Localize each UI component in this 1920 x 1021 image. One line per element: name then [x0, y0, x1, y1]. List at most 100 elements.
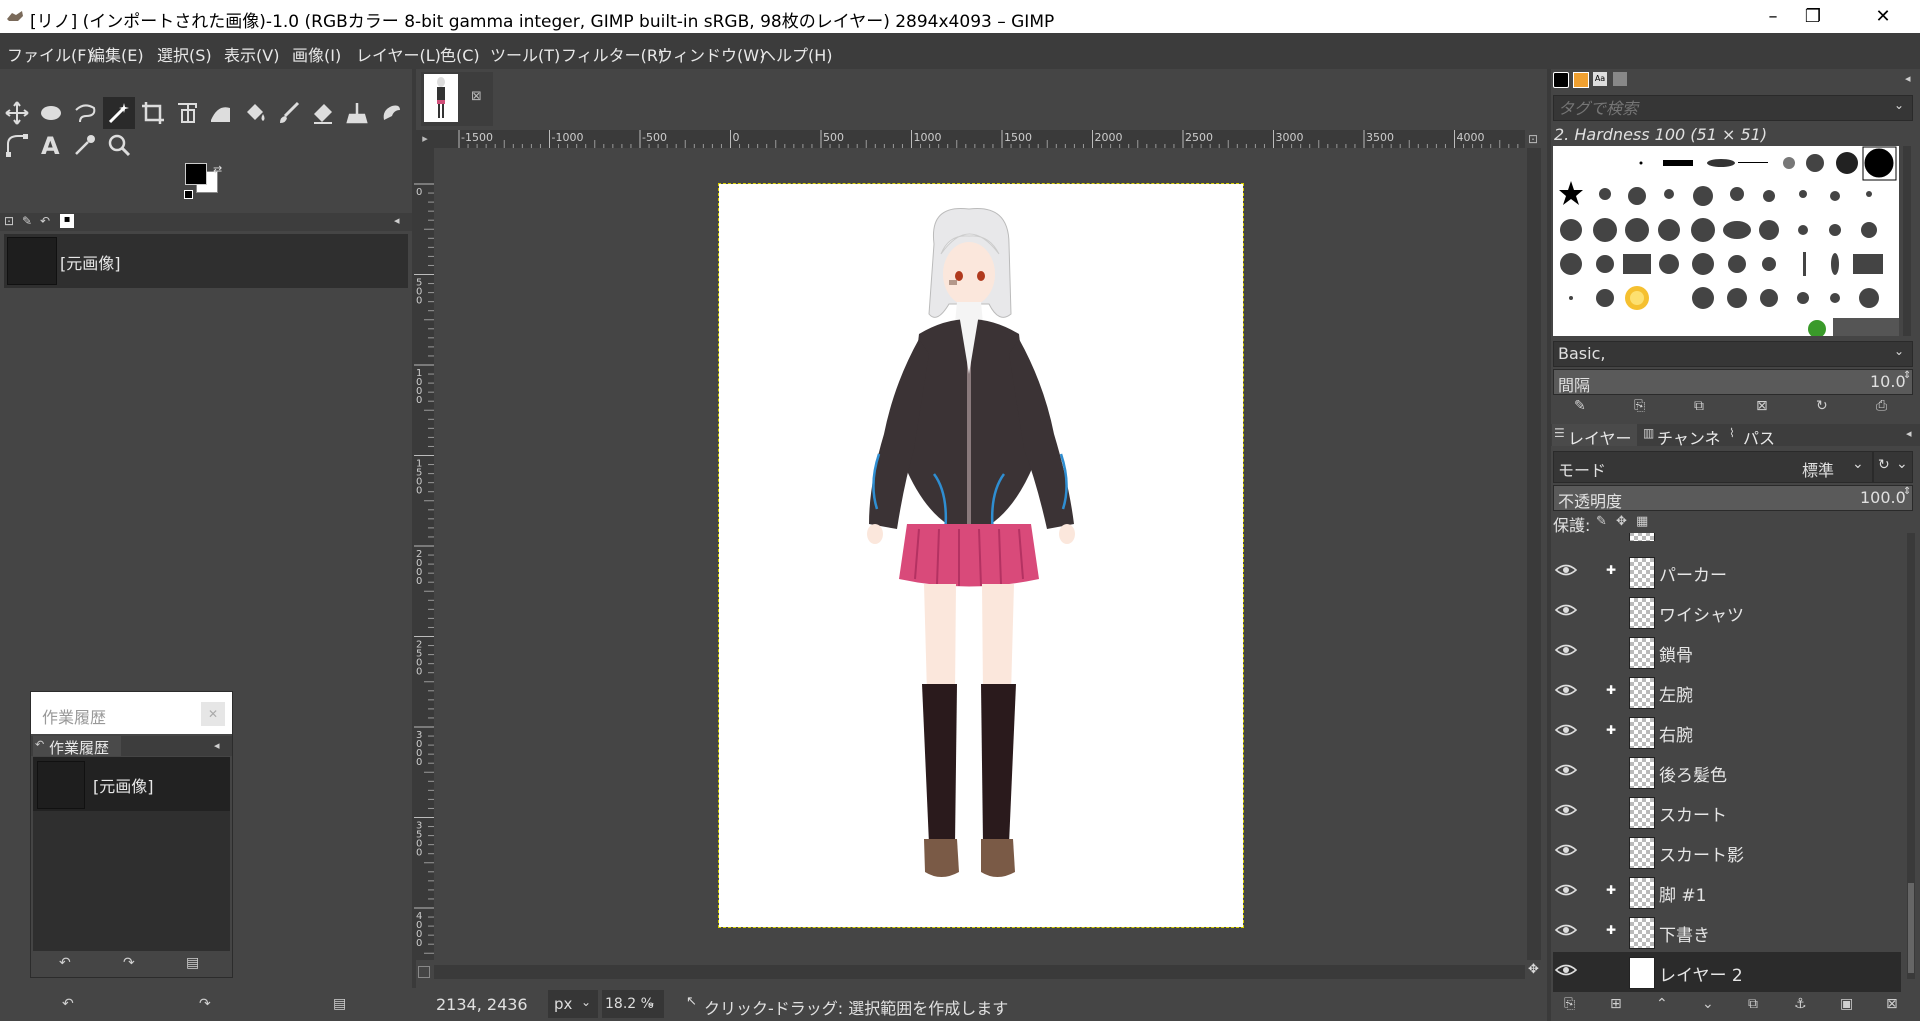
- eraser-tool-icon[interactable]: [310, 100, 336, 126]
- menu-filters[interactable]: フィルター(R): [561, 42, 664, 66]
- close-button[interactable]: ✕: [1860, 0, 1906, 33]
- delete-layer-icon[interactable]: ⊠: [1886, 996, 1898, 1012]
- maximize-button[interactable]: ❐: [1790, 0, 1836, 33]
- duplicate-brush-icon[interactable]: ⧉: [1694, 398, 1704, 414]
- layer-link-icon[interactable]: ✚: [1606, 923, 1616, 937]
- menu-image[interactable]: 画像(I): [292, 42, 341, 66]
- history-tab[interactable]: ↶ 作業履歴: [33, 736, 121, 757]
- tab-paths[interactable]: ⌇ パス: [1727, 424, 1797, 448]
- visibility-eye-icon[interactable]: [1554, 883, 1578, 897]
- spin-arrows-icon[interactable]: ⇕: [1903, 486, 1911, 497]
- spin-arrows-icon[interactable]: ⇕: [1903, 370, 1911, 381]
- image-canvas[interactable]: [718, 183, 1244, 928]
- layer-mask-icon[interactable]: ▣: [1840, 996, 1853, 1012]
- menu-edit[interactable]: 編集(E): [89, 42, 144, 66]
- layer-row[interactable]: ✚ 下書き: [1553, 912, 1901, 952]
- left-dock-redo-icon[interactable]: ↷: [199, 996, 211, 1012]
- image-tab[interactable]: ⊠: [421, 72, 493, 126]
- menu-select[interactable]: 選択(S): [157, 42, 212, 66]
- brush-tag-search-input[interactable]: [1554, 96, 1880, 120]
- lock-position-icon[interactable]: ✥: [1616, 514, 1627, 529]
- layer-composite-selector[interactable]: ↻ ⌄: [1873, 451, 1913, 483]
- brush-grid-scrollbar[interactable]: [1903, 146, 1911, 336]
- layer-row[interactable]: ✚ 脚 #1: [1553, 872, 1901, 912]
- brush-grid[interactable]: [1553, 146, 1899, 338]
- left-dock-clear-icon[interactable]: ▤: [333, 996, 346, 1012]
- layer-link-toggle[interactable]: [1606, 963, 1618, 975]
- close-image-tab-icon[interactable]: ⊠: [471, 89, 482, 104]
- right-dock-separator[interactable]: [1547, 69, 1551, 1021]
- layer-row[interactable]: 後ろ髪色: [1553, 752, 1901, 792]
- paintbrush-tool-icon[interactable]: [276, 100, 302, 126]
- layer-row[interactable]: スカート影: [1553, 832, 1901, 872]
- duplicate-layer-icon[interactable]: ⧉: [1748, 996, 1758, 1012]
- menu-file[interactable]: ファイル(F): [7, 42, 93, 66]
- layer-link-toggle[interactable]: [1606, 603, 1618, 615]
- foreground-color-swatch[interactable]: [185, 163, 207, 185]
- layer-link-icon[interactable]: ✚: [1606, 883, 1616, 897]
- floating-history-item[interactable]: [元画像]: [33, 757, 230, 811]
- clone-tool-icon[interactable]: [344, 100, 370, 126]
- redo-icon[interactable]: ↷: [123, 955, 135, 971]
- lower-layer-icon[interactable]: ⌄: [1702, 996, 1714, 1012]
- layer-link-toggle[interactable]: [1606, 643, 1618, 655]
- layers-dock-menu-icon[interactable]: ◂: [1906, 427, 1912, 440]
- tab-layers[interactable]: ☰ レイヤー: [1552, 424, 1637, 448]
- dock-menu-icon[interactable]: ◂: [394, 214, 400, 227]
- visibility-eye-icon[interactable]: [1554, 603, 1578, 617]
- layer-link-toggle[interactable]: [1606, 763, 1618, 775]
- unit-selector[interactable]: px ⌄: [548, 990, 598, 1018]
- open-brush-as-image-icon[interactable]: ⎙: [1876, 398, 1887, 414]
- new-layer-icon[interactable]: ⎘: [1564, 996, 1575, 1012]
- smudge-tool-icon[interactable]: [378, 100, 404, 126]
- tool-options-tab-icon[interactable]: ⊡: [4, 214, 14, 228]
- layer-list-scroll-thumb[interactable]: [1908, 883, 1914, 973]
- swap-colors-icon[interactable]: ⇄: [213, 163, 222, 176]
- ellipse-select-tool-icon[interactable]: [38, 100, 64, 126]
- anchor-layer-icon[interactable]: ⚓: [1794, 996, 1807, 1012]
- clear-history-icon[interactable]: ▤: [186, 955, 199, 971]
- gradients-tab-icon[interactable]: [1613, 72, 1627, 86]
- lock-alpha-icon[interactable]: ▦: [1636, 514, 1648, 529]
- visibility-eye-icon[interactable]: [1554, 723, 1578, 737]
- paths-tool-icon[interactable]: [4, 132, 30, 158]
- visibility-eye-icon[interactable]: [1554, 963, 1578, 977]
- vertical-scrollbar[interactable]: [1527, 148, 1541, 960]
- color-picker-tool-icon[interactable]: [72, 132, 98, 158]
- brush-dock-menu-icon[interactable]: ◂: [1905, 72, 1911, 85]
- free-select-tool-icon[interactable]: [72, 100, 98, 126]
- fuzzy-select-tool-icon[interactable]: [103, 97, 135, 129]
- layer-row[interactable]: ✚ 右腕: [1553, 712, 1901, 752]
- layer-opacity-field[interactable]: 不透明度 100.0 ⇕: [1553, 485, 1913, 511]
- floating-dock-menu-icon[interactable]: ◂: [214, 739, 220, 752]
- layer-row[interactable]: ✚ 左腕: [1553, 672, 1901, 712]
- layer-link-icon[interactable]: ✚: [1606, 563, 1616, 577]
- tab-channels[interactable]: ▥ チャンネル: [1641, 424, 1731, 472]
- visibility-eye-icon[interactable]: [1554, 683, 1578, 697]
- bucket-fill-tool-icon[interactable]: [242, 100, 268, 126]
- brush-spacing-field[interactable]: 間隔 10.0 ⇕: [1553, 369, 1913, 395]
- zoom-selector[interactable]: 18.2 % ⌄: [602, 990, 664, 1018]
- undo-history-item[interactable]: [元画像]: [4, 234, 408, 288]
- vertical-ruler[interactable]: 05001000150020002500300035004000: [414, 148, 435, 960]
- images-tab-icon[interactable]: ▪: [60, 214, 74, 228]
- warp-transform-tool-icon[interactable]: [208, 100, 234, 126]
- layer-list-scrollbar[interactable]: [1907, 533, 1915, 979]
- menu-color[interactable]: 色(C): [440, 42, 480, 66]
- menu-windows[interactable]: ウィンドウ(W): [657, 42, 765, 66]
- new-brush-icon[interactable]: ⎘: [1634, 398, 1645, 414]
- visibility-eye-icon[interactable]: [1554, 643, 1578, 657]
- layer-link-toggle[interactable]: [1606, 803, 1618, 815]
- menu-layer[interactable]: レイヤー(L): [356, 42, 441, 66]
- delete-brush-icon[interactable]: ⊠: [1756, 398, 1768, 414]
- undo-history-tab-icon[interactable]: ↶: [40, 214, 50, 228]
- default-colors-icon[interactable]: [184, 190, 193, 199]
- device-status-tab-icon[interactable]: ✎: [22, 214, 32, 228]
- left-dock-undo-icon[interactable]: ↶: [62, 996, 74, 1012]
- layer-link-icon[interactable]: ✚: [1606, 683, 1616, 697]
- layer-row[interactable]: ✚ パーカー: [1553, 552, 1901, 592]
- layer-row[interactable]: スカート: [1553, 792, 1901, 832]
- patterns-tab-icon[interactable]: [1573, 72, 1589, 88]
- floating-close-icon[interactable]: ✕: [201, 702, 225, 726]
- quick-mask-icon[interactable]: [418, 966, 430, 978]
